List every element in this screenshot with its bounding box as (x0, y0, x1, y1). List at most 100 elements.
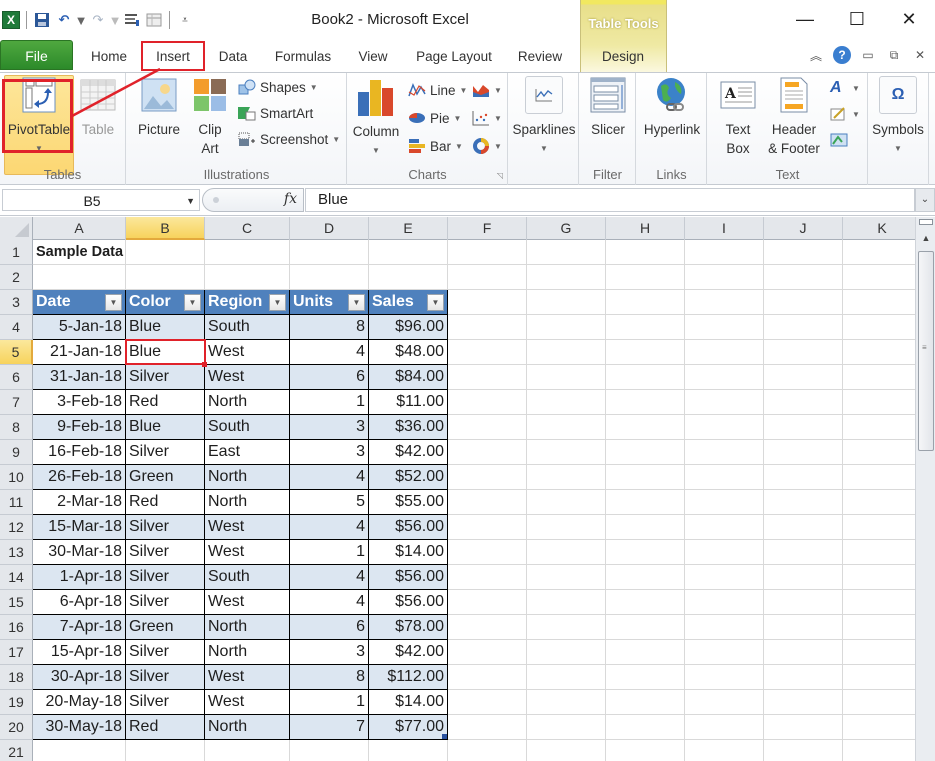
pie-chart-button[interactable]: Pie ▼ (408, 107, 461, 129)
other-charts-button[interactable]: ▼ (472, 135, 502, 157)
table-cell[interactable]: South (205, 565, 290, 590)
workbook-close-icon[interactable]: ✕ (911, 48, 929, 62)
cell-j1[interactable] (764, 240, 843, 265)
header-footer-button[interactable]: Header & Footer (764, 76, 824, 158)
cell-i16[interactable] (685, 615, 764, 640)
cell-k14[interactable] (843, 565, 915, 590)
table-cell[interactable]: North (205, 390, 290, 415)
cell-j3[interactable] (764, 290, 843, 315)
table-cell[interactable]: 1 (290, 390, 369, 415)
table-cell[interactable]: 30-May-18 (33, 715, 126, 740)
cell-f14[interactable] (448, 565, 527, 590)
cell-i14[interactable] (685, 565, 764, 590)
cell-h11[interactable] (606, 490, 685, 515)
object-button[interactable] (830, 129, 848, 151)
cell-j14[interactable] (764, 565, 843, 590)
cell-k21[interactable] (843, 740, 915, 761)
cell-e21[interactable] (369, 740, 448, 761)
cell-i8[interactable] (685, 415, 764, 440)
cell-i7[interactable] (685, 390, 764, 415)
table-header-cell[interactable]: Color ▼ (126, 290, 205, 315)
cell-i18[interactable] (685, 665, 764, 690)
insert-function-button[interactable]: fx (284, 191, 297, 207)
table-cell[interactable]: South (205, 315, 290, 340)
column-header-k[interactable]: K (843, 217, 915, 240)
slicer-button[interactable]: Slicer (584, 76, 632, 139)
cell-g19[interactable] (527, 690, 606, 715)
cell-k8[interactable] (843, 415, 915, 440)
row-header[interactable]: 9 (0, 440, 33, 465)
cell-d21[interactable] (290, 740, 369, 761)
cell-g6[interactable] (527, 365, 606, 390)
cell-i2[interactable] (685, 265, 764, 290)
table-cell[interactable]: $56.00 (369, 590, 448, 615)
row-header[interactable]: 10 (0, 465, 33, 490)
table-cell[interactable]: 30-Mar-18 (33, 540, 126, 565)
table-cell[interactable]: 26-Feb-18 (33, 465, 126, 490)
cell-k17[interactable] (843, 640, 915, 665)
table-cell[interactable]: 5 (290, 490, 369, 515)
table-cell[interactable]: West (205, 340, 290, 365)
redo-dropdown-icon[interactable]: ▼ (109, 11, 122, 29)
table-cell[interactable]: 7-Apr-18 (33, 615, 126, 640)
cell-i5[interactable] (685, 340, 764, 365)
filter-dropdown-icon[interactable]: ▼ (184, 294, 201, 311)
cell-c21[interactable] (205, 740, 290, 761)
minimize-window-button[interactable]: — (779, 4, 831, 34)
table-cell[interactable]: North (205, 615, 290, 640)
scrollbar-thumb[interactable]: ≡ (918, 251, 934, 451)
table-cell[interactable]: Silver (126, 690, 205, 715)
cell-f9[interactable] (448, 440, 527, 465)
cell-f2[interactable] (448, 265, 527, 290)
cell-c2[interactable] (205, 265, 290, 290)
cell-g3[interactable] (527, 290, 606, 315)
formula-bar-resize-handle[interactable] (213, 197, 219, 203)
cell-j13[interactable] (764, 540, 843, 565)
cell-b2[interactable] (126, 265, 205, 290)
cell-k6[interactable] (843, 365, 915, 390)
cell-f7[interactable] (448, 390, 527, 415)
smartart-button[interactable]: SmartArt (238, 102, 313, 124)
cell-f20[interactable] (448, 715, 527, 740)
table-cell[interactable]: $84.00 (369, 365, 448, 390)
line-chart-button[interactable]: Line ▼ (408, 79, 467, 101)
signature-line-button[interactable]: ▼ (830, 103, 860, 125)
cell-g11[interactable] (527, 490, 606, 515)
cell-f10[interactable] (448, 465, 527, 490)
cell-j11[interactable] (764, 490, 843, 515)
column-header-e[interactable]: E (369, 217, 448, 240)
table-button[interactable]: Table (76, 76, 120, 139)
table-cell[interactable]: Blue (126, 415, 205, 440)
table-cell[interactable]: 1 (290, 690, 369, 715)
cell-k3[interactable] (843, 290, 915, 315)
cell-k18[interactable] (843, 665, 915, 690)
row-header[interactable]: 2 (0, 265, 33, 290)
row-header[interactable]: 1 (0, 240, 33, 265)
table-cell[interactable]: 6-Apr-18 (33, 590, 126, 615)
cell-j21[interactable] (764, 740, 843, 761)
table-cell[interactable]: 15-Mar-18 (33, 515, 126, 540)
table-cell[interactable]: $11.00 (369, 390, 448, 415)
filter-dropdown-icon[interactable]: ▼ (427, 294, 444, 311)
cell-j12[interactable] (764, 515, 843, 540)
table-cell[interactable]: $77.00 (369, 715, 448, 740)
table-cell[interactable]: $56.00 (369, 515, 448, 540)
cell-a2[interactable] (33, 265, 126, 290)
table-cell[interactable]: 16-Feb-18 (33, 440, 126, 465)
cell-j20[interactable] (764, 715, 843, 740)
cell-g4[interactable] (527, 315, 606, 340)
table-cell[interactable]: $14.00 (369, 690, 448, 715)
tab-data[interactable]: Data (212, 46, 254, 68)
table-cell[interactable]: $56.00 (369, 565, 448, 590)
text-box-button[interactable]: A Text Box (712, 76, 764, 158)
cell-i17[interactable] (685, 640, 764, 665)
picture-button[interactable]: Picture (131, 76, 187, 139)
bar-chart-button[interactable]: Bar ▼ (408, 135, 463, 157)
cell-j6[interactable] (764, 365, 843, 390)
tab-formulas[interactable]: Formulas (268, 46, 338, 68)
row-header[interactable]: 14 (0, 565, 33, 590)
cell-f1[interactable] (448, 240, 527, 265)
table-cell[interactable]: 20-May-18 (33, 690, 126, 715)
table-cell[interactable]: Red (126, 490, 205, 515)
cell-f11[interactable] (448, 490, 527, 515)
